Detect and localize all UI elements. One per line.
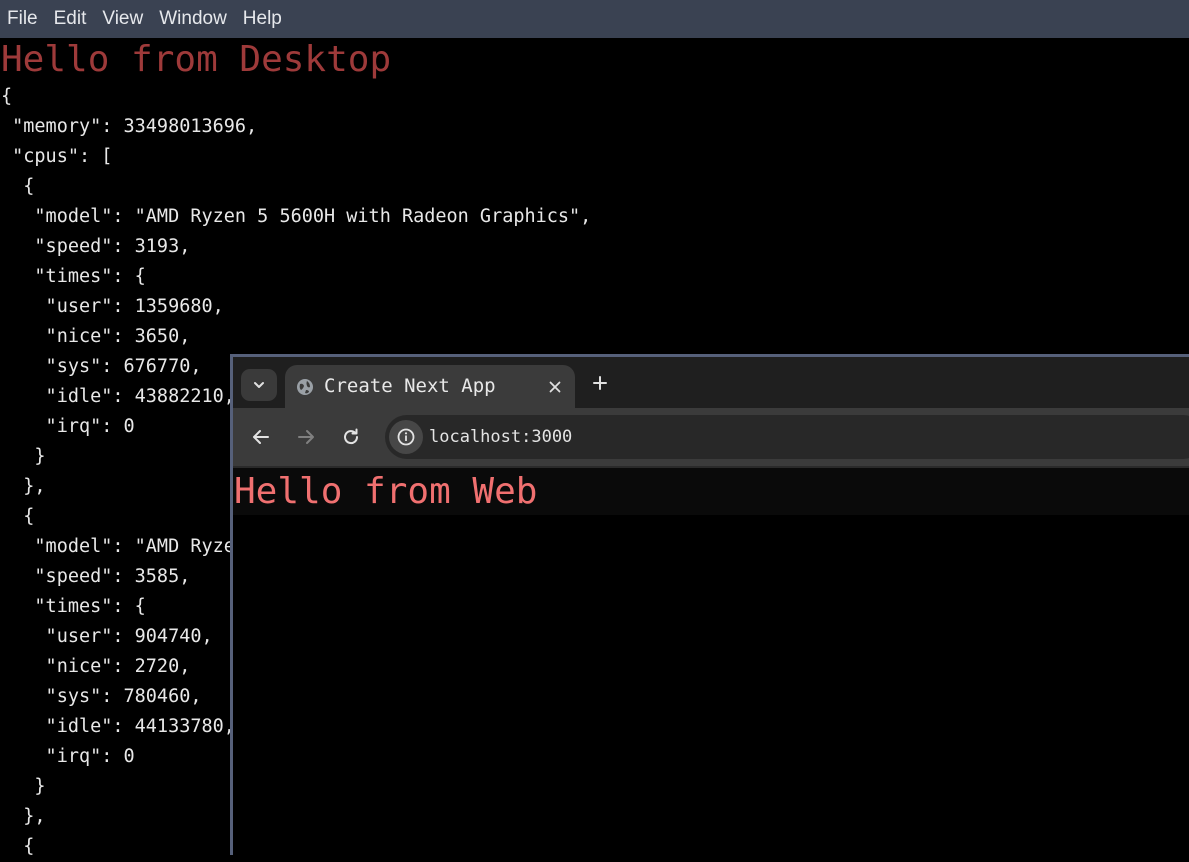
- web-heading: Hello from Web: [234, 471, 538, 512]
- reload-button[interactable]: [339, 425, 363, 449]
- tab-title: Create Next App: [324, 375, 496, 397]
- menu-file[interactable]: File: [0, 0, 46, 38]
- web-page-viewport: Hello from Web: [233, 468, 1189, 855]
- forward-button[interactable]: [294, 425, 318, 449]
- address-bar[interactable]: localhost:3000: [385, 415, 1189, 459]
- tab-search-button[interactable]: [241, 369, 277, 401]
- url-text[interactable]: localhost:3000: [429, 415, 572, 459]
- info-icon: [397, 428, 415, 446]
- plus-icon: [593, 376, 607, 390]
- globe-icon: [297, 379, 313, 395]
- arrow-right-icon: [298, 430, 314, 444]
- new-tab-button[interactable]: [588, 371, 612, 395]
- reload-icon: [344, 428, 359, 445]
- browser-window: Create Next App localhost:3000 Hello fro…: [230, 354, 1189, 855]
- site-info-button[interactable]: [389, 420, 423, 454]
- browser-frame: Create Next App localhost:3000 Hello fro…: [233, 357, 1189, 855]
- arrow-left-icon: [253, 430, 269, 444]
- close-icon: [549, 381, 561, 393]
- back-button[interactable]: [249, 425, 273, 449]
- menu-help[interactable]: Help: [235, 0, 290, 38]
- tab-create-next-app[interactable]: Create Next App: [285, 365, 575, 408]
- desktop-heading: Hello from Desktop: [1, 39, 392, 80]
- chevron-down-icon: [254, 382, 264, 388]
- tab-close-button[interactable]: [545, 377, 565, 397]
- browser-toolbar: localhost:3000: [233, 408, 1189, 466]
- tab-strip: Create Next App: [233, 357, 1189, 408]
- menu-window[interactable]: Window: [151, 0, 235, 38]
- web-heading-block: Hello from Web: [233, 468, 1189, 515]
- menu-view[interactable]: View: [94, 0, 151, 38]
- menu-edit[interactable]: Edit: [46, 0, 95, 38]
- menubar: File Edit View Window Help: [0, 0, 1189, 38]
